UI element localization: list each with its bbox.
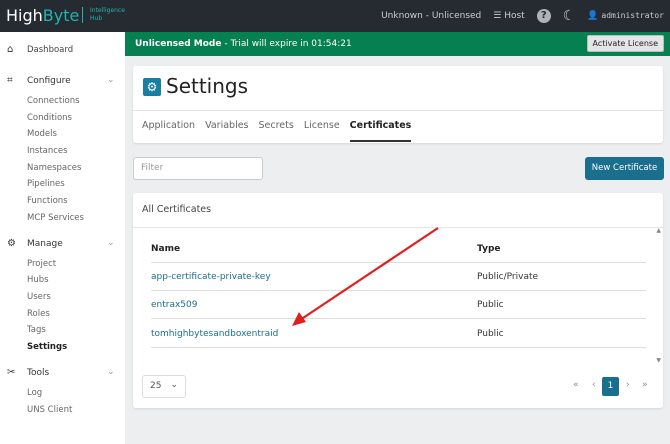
annotation-arrow [0,0,670,444]
